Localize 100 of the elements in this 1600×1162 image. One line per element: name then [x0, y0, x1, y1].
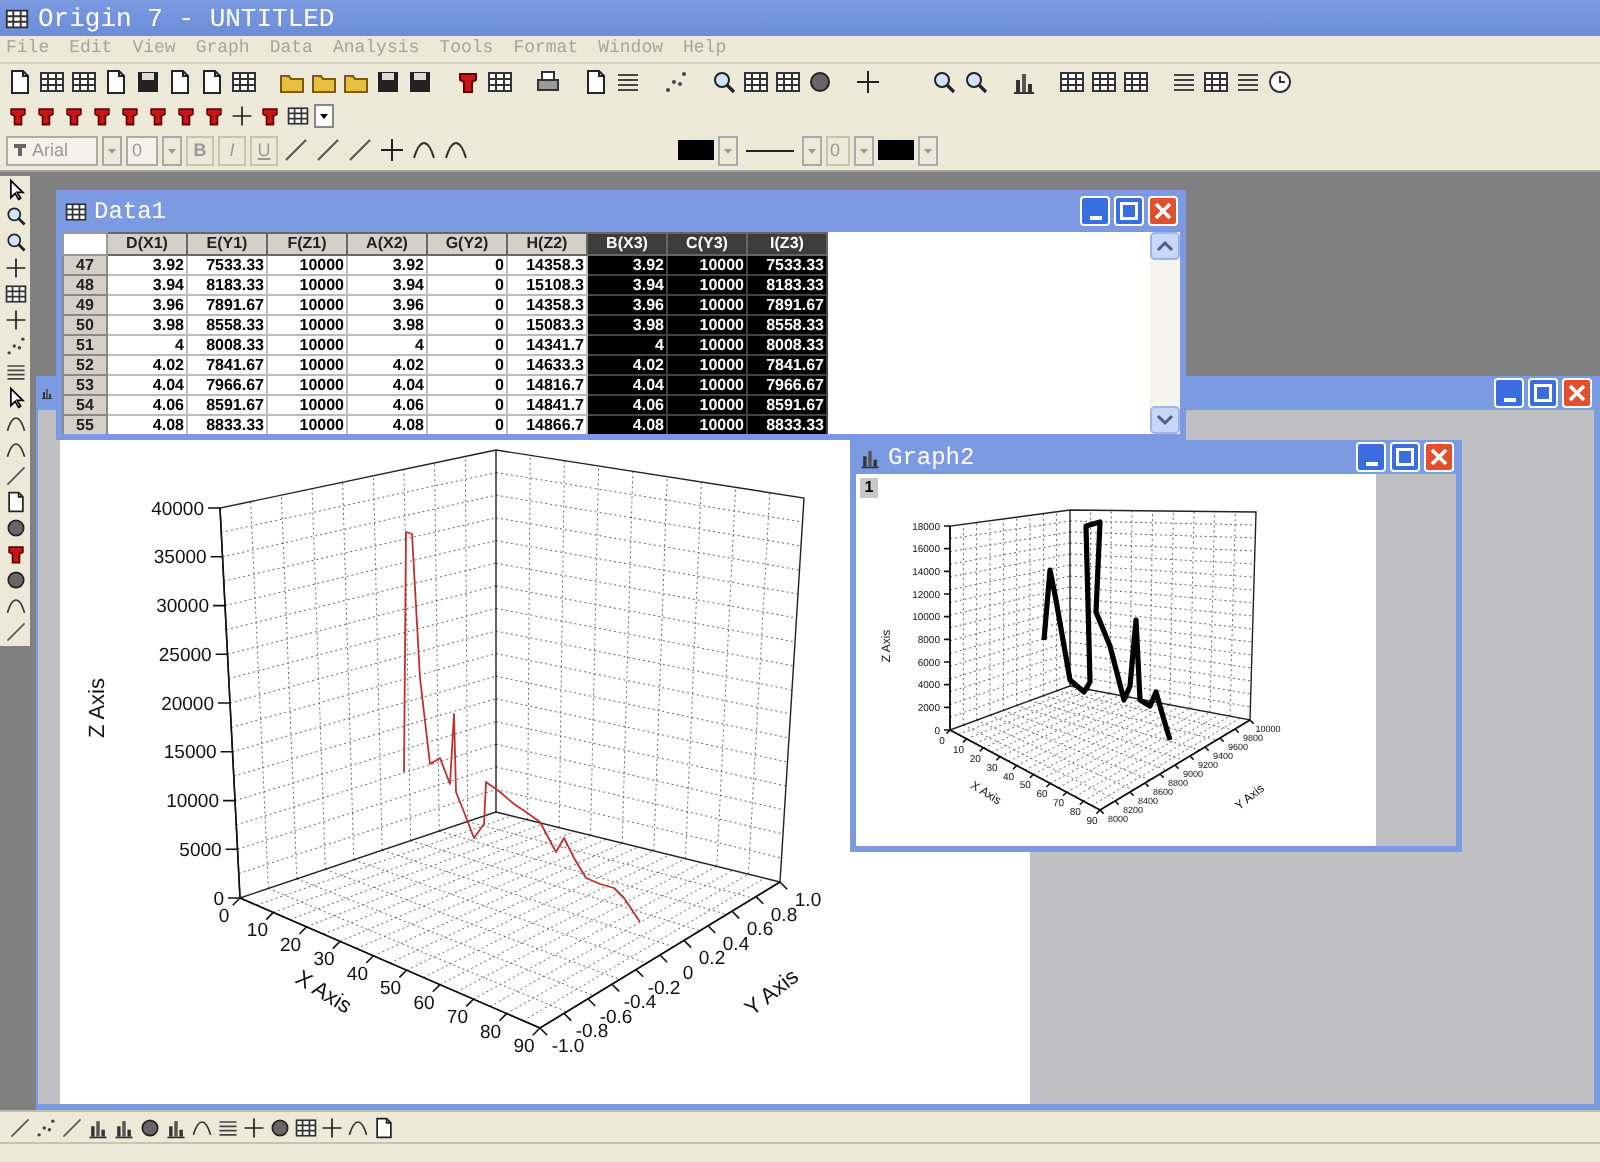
- crosshair-icon[interactable]: [230, 103, 254, 127]
- maximize-button[interactable]: [1390, 442, 1420, 472]
- close-button[interactable]: [1148, 196, 1178, 226]
- crosshair-icon[interactable]: [378, 136, 406, 164]
- grid-icon[interactable]: [3, 282, 27, 306]
- grid-icon[interactable]: [230, 68, 258, 96]
- line-icon[interactable]: [314, 136, 342, 164]
- line-icon[interactable]: [8, 1115, 32, 1139]
- document-icon[interactable]: [166, 68, 194, 96]
- column-header[interactable]: D(X1): [107, 233, 187, 255]
- grid-icon[interactable]: [742, 68, 770, 96]
- row-header[interactable]: 53: [63, 375, 107, 395]
- row-header[interactable]: 50: [63, 315, 107, 335]
- lines-icon[interactable]: [614, 68, 642, 96]
- bar-chart-icon[interactable]: [112, 1115, 136, 1139]
- curve-icon[interactable]: [3, 412, 27, 436]
- color-swatch[interactable]: [678, 140, 714, 160]
- magnifier-icon[interactable]: [962, 68, 990, 96]
- column-header[interactable]: C(Y3): [667, 233, 747, 255]
- figure-icon[interactable]: [3, 542, 27, 566]
- circle-icon[interactable]: [3, 516, 27, 540]
- circle-icon[interactable]: [3, 568, 27, 592]
- column-header[interactable]: I(Z3): [747, 233, 827, 255]
- maximize-button[interactable]: [1114, 196, 1144, 226]
- curve-icon[interactable]: [3, 438, 27, 462]
- figure-icon[interactable]: [174, 103, 198, 127]
- bar-chart-icon[interactable]: [1010, 68, 1038, 96]
- grid-icon[interactable]: [38, 68, 66, 96]
- grid-icon[interactable]: [4, 5, 30, 31]
- document-icon[interactable]: [6, 68, 34, 96]
- column-header[interactable]: F(Z1): [267, 233, 347, 255]
- circle-icon[interactable]: [138, 1115, 162, 1139]
- lines-icon[interactable]: [1234, 68, 1262, 96]
- figure-icon[interactable]: [146, 103, 170, 127]
- magnifier-icon[interactable]: [710, 68, 738, 96]
- lines-icon[interactable]: [216, 1115, 240, 1139]
- document-icon[interactable]: [198, 68, 226, 96]
- row-header[interactable]: 52: [63, 355, 107, 375]
- magnifier-icon[interactable]: [930, 68, 958, 96]
- crosshair-icon[interactable]: [3, 308, 27, 332]
- lines-icon[interactable]: [1170, 68, 1198, 96]
- row-header[interactable]: 49: [63, 295, 107, 315]
- vertical-scrollbar[interactable]: [1150, 232, 1180, 434]
- minimize-button[interactable]: [1494, 378, 1524, 408]
- grid-icon[interactable]: [1122, 68, 1150, 96]
- grid-icon[interactable]: [1090, 68, 1118, 96]
- grid-icon[interactable]: [64, 199, 88, 223]
- color-swatch[interactable]: [878, 140, 914, 160]
- clock-icon[interactable]: [1266, 68, 1294, 96]
- curve-icon[interactable]: [410, 136, 438, 164]
- figure-icon[interactable]: [202, 103, 226, 127]
- crosshair-icon[interactable]: [242, 1115, 266, 1139]
- scatter-icon[interactable]: [662, 68, 690, 96]
- bar-chart-icon[interactable]: [164, 1115, 188, 1139]
- line-icon[interactable]: [346, 136, 374, 164]
- column-header[interactable]: H(Z2): [507, 233, 587, 255]
- column-header[interactable]: A(X2): [347, 233, 427, 255]
- circle-icon[interactable]: [806, 68, 834, 96]
- curve-icon[interactable]: [3, 594, 27, 618]
- column-header[interactable]: G(Y2): [427, 233, 507, 255]
- figure-icon[interactable]: [34, 103, 58, 127]
- line-icon[interactable]: [60, 1115, 84, 1139]
- grid-icon[interactable]: [294, 1115, 318, 1139]
- scroll-down-icon[interactable]: [1150, 406, 1180, 434]
- grid-icon[interactable]: [70, 68, 98, 96]
- scroll-up-icon[interactable]: [1150, 232, 1180, 260]
- curve-icon[interactable]: [190, 1115, 214, 1139]
- figure-icon[interactable]: [258, 103, 282, 127]
- bar-chart-icon[interactable]: [86, 1115, 110, 1139]
- figure-icon[interactable]: [62, 103, 86, 127]
- line-icon[interactable]: [3, 620, 27, 644]
- figure-icon[interactable]: [6, 103, 30, 127]
- document-icon[interactable]: [582, 68, 610, 96]
- figure-icon[interactable]: [454, 68, 482, 96]
- scatter-icon[interactable]: [34, 1115, 58, 1139]
- row-header[interactable]: 48: [63, 275, 107, 295]
- grid-icon[interactable]: [774, 68, 802, 96]
- bar-chart-icon[interactable]: [858, 445, 882, 469]
- line-icon[interactable]: [3, 464, 27, 488]
- document-icon[interactable]: [372, 1115, 396, 1139]
- crosshair-icon[interactable]: [320, 1115, 344, 1139]
- row-header[interactable]: 54: [63, 395, 107, 415]
- close-button[interactable]: [1562, 378, 1592, 408]
- circle-icon[interactable]: [268, 1115, 292, 1139]
- row-header[interactable]: 47: [63, 255, 107, 275]
- crosshair-icon[interactable]: [854, 68, 882, 96]
- lines-icon[interactable]: [3, 360, 27, 384]
- row-header[interactable]: 51: [63, 335, 107, 355]
- curve-icon[interactable]: [346, 1115, 370, 1139]
- bar-chart-icon[interactable]: [40, 386, 54, 400]
- minimize-button[interactable]: [1356, 442, 1386, 472]
- figure-icon[interactable]: [118, 103, 142, 127]
- close-button[interactable]: [1424, 442, 1454, 472]
- grid-icon[interactable]: [286, 103, 310, 127]
- crosshair-icon[interactable]: [3, 256, 27, 280]
- curve-icon[interactable]: [442, 136, 470, 164]
- document-icon[interactable]: [102, 68, 130, 96]
- column-header[interactable]: B(X3): [587, 233, 667, 255]
- magnifier-icon[interactable]: [3, 230, 27, 254]
- printer-icon[interactable]: [534, 68, 562, 96]
